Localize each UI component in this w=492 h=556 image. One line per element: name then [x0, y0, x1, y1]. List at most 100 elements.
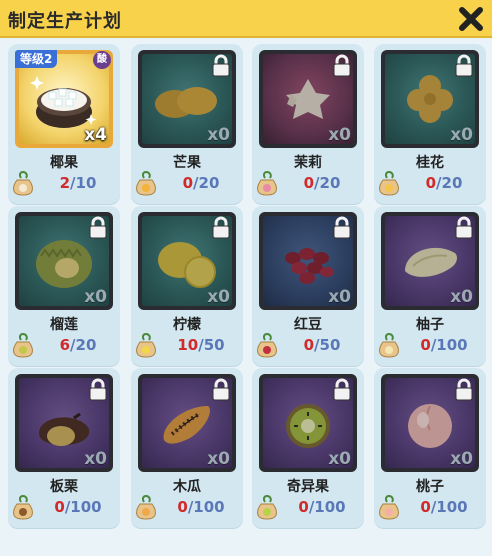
ingredient-bag-icon	[257, 333, 277, 358]
max-count: 10	[75, 174, 97, 192]
item-frame: 等级2 酸 x4	[15, 50, 113, 148]
lock-icon	[212, 54, 230, 77]
ingredient-bag-icon	[13, 495, 33, 520]
product-card-lemon[interactable]: x0 柠檬 10/50	[131, 206, 243, 366]
product-card-peach[interactable]: x0 桃子 0/100	[374, 368, 486, 528]
item-name: 红豆	[294, 317, 322, 333]
product-card-kiwi[interactable]: x0 奇异果 0/100	[252, 368, 364, 528]
item-quantity: x0	[84, 287, 107, 307]
production-count: 6/20	[12, 332, 118, 358]
item-quantity: x0	[207, 125, 230, 145]
level-badge: 等级2	[15, 50, 58, 68]
item-quantity: x0	[84, 449, 107, 469]
item-frame: x0	[138, 374, 236, 472]
ingredient-bag-icon	[379, 495, 399, 520]
item-name: 桃子	[416, 479, 444, 495]
item-frame: x0	[138, 212, 236, 310]
lock-icon	[455, 54, 473, 77]
item-frame: x0	[381, 212, 479, 310]
production-count: 0/50	[256, 332, 362, 358]
current-count: 0	[298, 498, 309, 516]
product-card-red-bean[interactable]: x0 红豆 0/50	[252, 206, 364, 366]
max-count: 100	[193, 498, 225, 516]
current-count: 10	[177, 336, 199, 354]
production-count: 0/100	[12, 494, 118, 520]
max-count: 100	[314, 498, 346, 516]
item-name: 柚子	[416, 317, 444, 333]
item-name: 奇异果	[287, 479, 329, 495]
lock-icon	[89, 378, 107, 401]
current-count: 6	[59, 336, 71, 354]
product-card-chestnut[interactable]: x0 板栗 0/100	[8, 368, 120, 528]
product-card-pomelo[interactable]: x0 柚子 0/100	[374, 206, 486, 366]
current-count: 0	[420, 336, 431, 354]
item-frame: x0	[259, 374, 357, 472]
ingredient-bag-icon	[136, 171, 156, 196]
sour-badge: 酸	[93, 51, 111, 69]
item-frame: x0	[15, 374, 113, 472]
item-name: 榴莲	[50, 317, 78, 333]
close-icon	[459, 7, 483, 31]
header-bar: 制定生产计划	[0, 0, 492, 38]
lock-icon	[333, 216, 351, 239]
lock-icon	[212, 378, 230, 401]
item-quantity: x0	[450, 287, 473, 307]
item-name: 板栗	[50, 479, 78, 495]
item-quantity: x0	[450, 449, 473, 469]
current-count: 2	[59, 174, 71, 192]
item-quantity: x0	[450, 125, 473, 145]
max-count: 100	[436, 498, 468, 516]
ingredient-bag-icon	[257, 171, 277, 196]
max-count: 50	[319, 336, 341, 354]
production-count: 10/50	[135, 332, 241, 358]
current-count: 0	[303, 174, 315, 192]
current-count: 0	[182, 174, 194, 192]
item-quantity: x0	[207, 287, 230, 307]
lock-icon	[333, 54, 351, 77]
current-count: 0	[425, 174, 437, 192]
max-count: 50	[203, 336, 225, 354]
item-name: 桂花	[416, 155, 444, 171]
product-grid: 等级2 酸 x4 椰果 2/10 x0 芒果 0/20 x0 茉莉 0/20 x…	[6, 44, 492, 556]
lock-icon	[89, 216, 107, 239]
production-count: 0/20	[378, 170, 484, 196]
ingredient-bag-icon	[379, 171, 399, 196]
current-count: 0	[54, 498, 65, 516]
item-name: 椰果	[50, 155, 78, 171]
product-card-durian[interactable]: x0 榴莲 6/20	[8, 206, 120, 366]
current-count: 0	[177, 498, 188, 516]
production-count: 2/10	[12, 170, 118, 196]
item-frame: x0	[381, 374, 479, 472]
current-count: 0	[420, 498, 431, 516]
item-name: 茉莉	[294, 155, 322, 171]
ingredient-bag-icon	[13, 171, 33, 196]
item-quantity: x0	[328, 125, 351, 145]
product-card-osmanthus[interactable]: x0 桂花 0/20	[374, 44, 486, 204]
max-count: 20	[198, 174, 220, 192]
production-count: 0/100	[378, 494, 484, 520]
ingredient-bag-icon	[136, 495, 156, 520]
product-card-jasmine[interactable]: x0 茉莉 0/20	[252, 44, 364, 204]
lock-icon	[455, 378, 473, 401]
ingredient-bag-icon	[13, 333, 33, 358]
item-frame: x0	[259, 212, 357, 310]
item-quantity: x0	[328, 449, 351, 469]
item-quantity: x0	[328, 287, 351, 307]
max-count: 20	[75, 336, 97, 354]
lock-icon	[333, 378, 351, 401]
lock-icon	[212, 216, 230, 239]
max-count: 100	[436, 336, 468, 354]
ingredient-bag-icon	[136, 333, 156, 358]
max-count: 20	[319, 174, 341, 192]
product-card-mango[interactable]: x0 芒果 0/20	[131, 44, 243, 204]
product-card-papaya[interactable]: x0 木瓜 0/100	[131, 368, 243, 528]
lock-icon	[455, 216, 473, 239]
ingredient-bag-icon	[257, 495, 277, 520]
item-frame: x0	[15, 212, 113, 310]
item-name: 柠檬	[173, 317, 201, 333]
item-name: 芒果	[173, 155, 201, 171]
item-quantity: x0	[207, 449, 230, 469]
close-button[interactable]	[456, 4, 486, 34]
current-count: 0	[303, 336, 315, 354]
product-card-coconut-jelly[interactable]: 等级2 酸 x4 椰果 2/10	[8, 44, 120, 204]
